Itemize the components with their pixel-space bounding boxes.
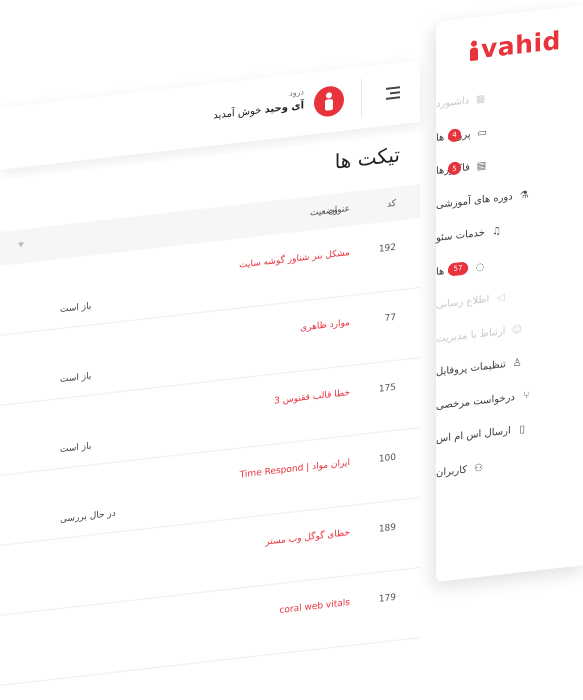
ticket-status: باز است: [60, 441, 92, 456]
sidebar-item-label: درخواست مرخصی: [436, 391, 515, 412]
phone-icon: ▯: [519, 424, 526, 436]
ticket-id: 189: [378, 522, 396, 535]
ticket-id: 100: [378, 452, 396, 465]
users-icon: ⚇: [474, 462, 484, 475]
invoice-icon: ▤: [476, 160, 487, 173]
megaphone-icon: ◁: [496, 292, 505, 305]
app-stage: درود آی وحید خوش آمدید تیکت ها کد عنوان …: [0, 0, 583, 700]
sidebar: vahid ▦داشبورد▭پروژه ها4▤فاکتورها5⚗دوره …: [436, 4, 583, 582]
user-icon: ♙: [512, 357, 522, 370]
person-logo-icon: [470, 40, 478, 61]
ticket-id: 77: [384, 312, 396, 325]
ticket-title-link[interactable]: ایران مواد | Time Respond: [240, 458, 350, 481]
tickets-table: کد عنوان وضعیت 192 مشکل بنر شناور گوشه سا…: [0, 184, 420, 686]
sidebar-item-label: ارسال اس ام اس: [436, 425, 511, 446]
ticket-status: در حال بررسی: [60, 508, 116, 526]
ticket-title-link[interactable]: موارد ظاهری: [300, 318, 350, 334]
brand-logo[interactable]: vahid: [470, 26, 561, 65]
ticket-id: 179: [378, 592, 396, 605]
ticket-title-link[interactable]: coral web vitals: [279, 598, 350, 616]
flask-icon: ⚗: [519, 189, 529, 202]
ticket-title-link[interactable]: خطا قالب ققنوس 3: [274, 388, 350, 407]
sidebar-item-label: ارتباط با مدیریت: [436, 325, 506, 345]
ticket-status: باز است: [60, 301, 92, 316]
logo-text: vahid: [481, 25, 561, 64]
header-divider: [361, 78, 362, 117]
user-name: آی وحید: [264, 100, 304, 116]
page-title: تیکت ها: [334, 142, 400, 174]
column-id[interactable]: کد: [387, 199, 396, 210]
ticket-title-link[interactable]: خطای گوگل وب مستر: [265, 528, 350, 548]
bell-icon: ♫: [492, 225, 501, 238]
ticket-title-link[interactable]: مشکل بنر شناور گوشه سایت: [239, 248, 350, 271]
smile-icon: ☺: [511, 323, 523, 337]
ticket-status: باز است: [60, 371, 92, 386]
branch-icon: ⑂: [523, 390, 530, 402]
user-greeting: درود آی وحید خوش آمدید: [213, 87, 304, 121]
sidebar-item-label: خدمات سئو: [436, 227, 485, 245]
table-body: 192 مشکل بنر شناور گوشه سایت باز است 77 موار…: [0, 218, 420, 686]
folder-icon: ▭: [477, 126, 487, 140]
welcome-text: خوش آمدید: [213, 105, 262, 122]
grid-icon: ▦: [475, 93, 486, 106]
user-avatar[interactable]: [314, 84, 344, 119]
sidebar-item-label: اطلاع رسانی: [436, 294, 490, 312]
tickets-content: تیکت ها کد عنوان وضعیت 192 مشکل بنر شناور…: [0, 132, 420, 700]
sidebar-item-label: کاربران: [436, 464, 468, 479]
chat-icon: ◌: [475, 261, 485, 274]
ticket-id: 175: [378, 382, 396, 395]
menu-toggle-icon[interactable]: [386, 86, 400, 100]
sidebar-item-label: داشبورد: [436, 95, 470, 111]
main-panel: درود آی وحید خوش آمدید تیکت ها کد عنوان …: [0, 36, 420, 700]
column-status[interactable]: وضعیت: [310, 205, 338, 218]
sidebar-item-label: تنظیمات پروفایل: [436, 359, 506, 379]
sidebar-item-label: دوره های آموزشی: [436, 191, 513, 211]
sidebar-nav: ▦داشبورد▭پروژه ها4▤فاکتورها5⚗دوره های آم…: [436, 71, 583, 490]
ticket-id: 192: [378, 242, 396, 255]
sort-icon[interactable]: [18, 242, 24, 248]
